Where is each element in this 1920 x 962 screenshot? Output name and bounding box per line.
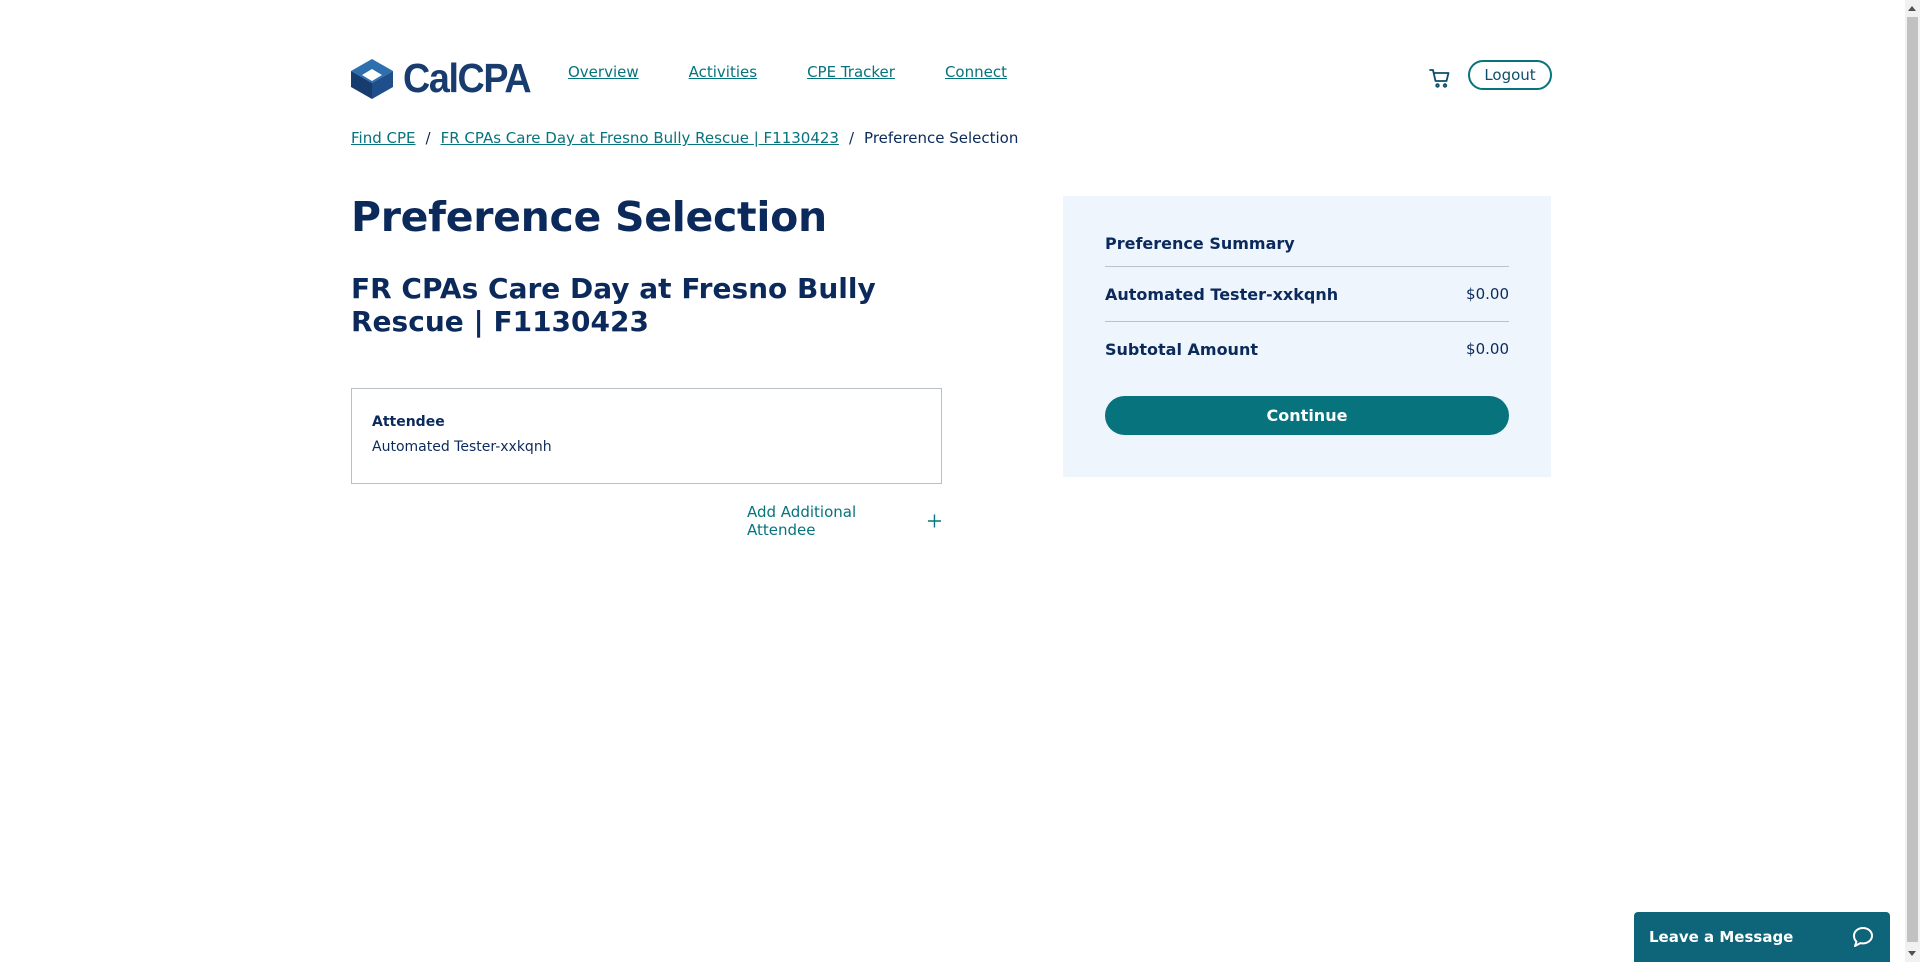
calcpa-logo-icon bbox=[351, 58, 393, 99]
subtotal-label: Subtotal Amount bbox=[1105, 339, 1258, 359]
breadcrumb-separator: / bbox=[425, 129, 431, 147]
page-title: Preference Selection bbox=[351, 193, 827, 241]
logout-button[interactable]: Logout bbox=[1468, 60, 1552, 90]
cart-icon[interactable] bbox=[1428, 66, 1452, 90]
chat-bubble-icon bbox=[1853, 927, 1873, 947]
leave-a-message-widget[interactable]: Leave a Message bbox=[1634, 912, 1890, 962]
calcpa-logo[interactable]: CalCPA bbox=[351, 55, 541, 102]
plus-icon bbox=[928, 514, 942, 528]
nav-overview[interactable]: Overview bbox=[568, 63, 639, 81]
subtotal-row: Subtotal Amount $0.00 bbox=[1105, 322, 1509, 376]
chat-label: Leave a Message bbox=[1649, 928, 1794, 946]
summary-title: Preference Summary bbox=[1105, 234, 1509, 267]
breadcrumb-find-cpe[interactable]: Find CPE bbox=[351, 129, 416, 147]
breadcrumb-separator: / bbox=[848, 129, 855, 147]
add-additional-attendee-button[interactable]: Add Additional Attendee bbox=[747, 503, 942, 539]
line-item-amount: $0.00 bbox=[1466, 285, 1509, 303]
attendee-label: Attendee bbox=[372, 414, 445, 430]
preference-summary-panel: Preference Summary Automated Tester-xxkq… bbox=[1063, 196, 1551, 477]
attendee-card: Attendee Automated Tester-xxkqnh bbox=[351, 388, 942, 484]
attendee-name: Automated Tester-xxkqnh bbox=[372, 439, 552, 455]
vertical-scrollbar[interactable] bbox=[1905, 0, 1920, 962]
main-nav: Overview Activities CPE Tracker Connect bbox=[568, 63, 1057, 81]
continue-button[interactable]: Continue bbox=[1105, 396, 1509, 435]
site-header: CalCPA Overview Activities CPE Tracker C… bbox=[351, 55, 1552, 102]
breadcrumb-event[interactable]: FR CPAs Care Day at Fresno Bully Rescue … bbox=[441, 129, 839, 147]
nav-connect[interactable]: Connect bbox=[945, 63, 1007, 81]
breadcrumb: Find CPE / FR CPAs Care Day at Fresno Bu… bbox=[351, 129, 1018, 147]
add-attendee-label: Add Additional Attendee bbox=[747, 503, 857, 539]
event-title: FR CPAs Care Day at Fresno Bully Rescue … bbox=[351, 272, 876, 338]
scroll-up-arrow-icon[interactable] bbox=[1908, 6, 1916, 11]
line-item-name: Automated Tester-xxkqnh bbox=[1105, 284, 1339, 304]
nav-cpe-tracker[interactable]: CPE Tracker bbox=[807, 63, 895, 81]
subtotal-amount: $0.00 bbox=[1466, 340, 1509, 358]
scroll-down-arrow-icon[interactable] bbox=[1908, 951, 1916, 956]
brand-name: CalCPA bbox=[403, 55, 532, 101]
summary-line-item: Automated Tester-xxkqnh $0.00 bbox=[1105, 267, 1509, 322]
breadcrumb-current: Preference Selection bbox=[864, 129, 1019, 147]
scrollbar-thumb[interactable] bbox=[1907, 17, 1918, 942]
nav-activities[interactable]: Activities bbox=[689, 63, 757, 81]
